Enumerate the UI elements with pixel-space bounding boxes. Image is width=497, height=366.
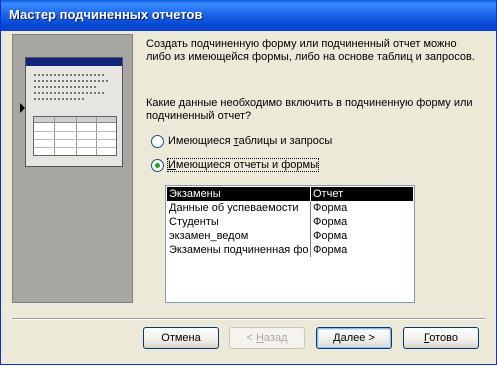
question-text: Какие данные необходимо включить в подчи… — [146, 97, 473, 122]
item-name: Экзамены — [169, 188, 221, 200]
list-item[interactable]: экзамен_ведом Форма — [167, 229, 413, 243]
radio-reports-forms[interactable] — [151, 158, 164, 172]
illustration-panel — [12, 34, 133, 303]
next-button[interactable]: Далее > — [316, 327, 392, 349]
description-text: Создать подчиненную форму или подчиненны… — [146, 38, 475, 63]
item-type: Форма — [313, 230, 348, 242]
cancel-button[interactable]: Отмена — [143, 327, 219, 349]
report-illustration-icon — [25, 57, 123, 167]
item-type: Форма — [313, 202, 348, 214]
item-name: Экзамены подчиненная форма — [169, 244, 308, 256]
forms-reports-list[interactable]: Экзамены Отчет Данные об успеваемости Форм… — [165, 185, 415, 303]
item-type: Форма — [313, 216, 348, 228]
list-item[interactable]: Экзамены подчиненная форма Форма — [167, 243, 413, 257]
finish-button[interactable]: Готово — [403, 327, 479, 349]
button-divider — [12, 318, 485, 320]
radio-tables-queries[interactable] — [151, 134, 164, 148]
item-type: Отчет — [313, 188, 344, 200]
list-item[interactable]: Студенты Форма — [167, 215, 413, 229]
list-item[interactable]: Экзамены Отчет — [167, 187, 413, 201]
wizard-window: Мастер подчиненных отчетов Создать подчи… — [0, 0, 497, 365]
title-bar[interactable]: Мастер подчиненных отчетов — [1, 0, 496, 31]
back-button[interactable]: < Назад — [229, 327, 305, 349]
item-name: экзамен_ведом — [169, 230, 249, 242]
option-reports-forms-label: Имеющиеся отчеты и формы — [166, 158, 320, 172]
item-type: Форма — [313, 244, 348, 256]
list-item[interactable]: Данные об успеваемости Форма — [167, 201, 413, 215]
item-name: Студенты — [169, 216, 219, 228]
option-tables-queries-label: Имеющиеся таблицы и запросы — [168, 135, 333, 147]
option-tables-queries[interactable]: Имеющиеся таблицы и запросы — [151, 133, 332, 149]
item-name: Данные об успеваемости — [169, 202, 299, 214]
window-title: Мастер подчиненных отчетов — [9, 7, 203, 22]
option-reports-forms[interactable]: Имеющиеся отчеты и формы — [151, 157, 320, 173]
